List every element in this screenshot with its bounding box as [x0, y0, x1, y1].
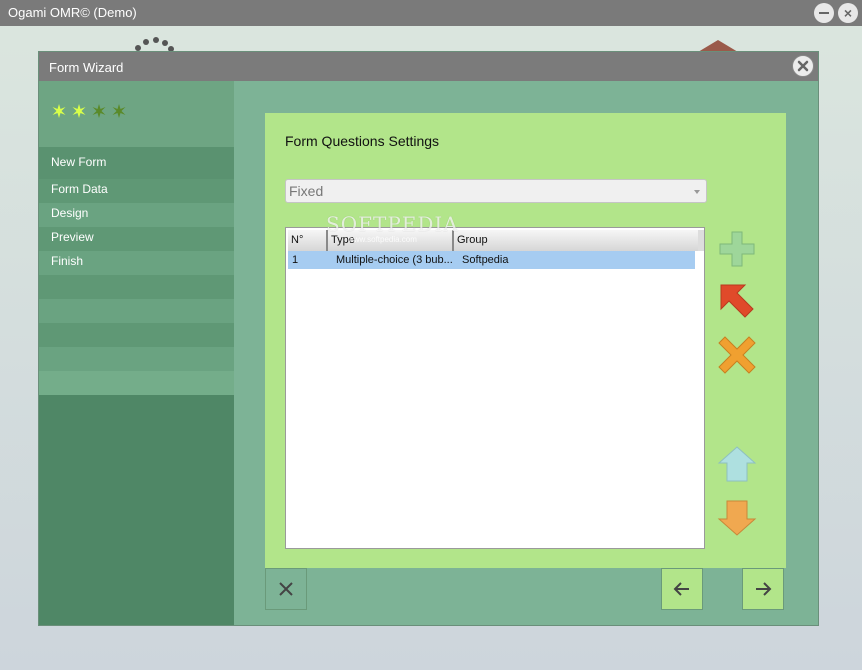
progress-stars — [51, 103, 127, 119]
move-up-button[interactable] — [717, 445, 757, 485]
star-icon — [52, 104, 66, 118]
sidebar-item-design[interactable]: Design — [39, 203, 234, 227]
sidebar-empty-row — [39, 275, 234, 299]
app-title: Ogami OMR© (Demo) — [8, 5, 137, 20]
add-question-button[interactable] — [717, 229, 757, 269]
star-icon — [92, 104, 106, 118]
question-mode-select[interactable]: Fixed — [285, 179, 707, 203]
sidebar-item-preview[interactable]: Preview — [39, 227, 234, 251]
form-wizard-dialog: Form Wizard New Form Form Data Design Pr… — [38, 51, 819, 626]
cell-type: Multiple-choice (3 bub... — [336, 254, 453, 266]
close-icon — [279, 582, 293, 596]
close-circle-icon — [797, 60, 809, 72]
sidebar-empty-row — [39, 371, 234, 395]
dialog-titlebar: Form Wizard — [39, 52, 818, 81]
sidebar-item-form-data[interactable]: Form Data — [39, 179, 234, 203]
chevron-down-icon — [694, 190, 700, 194]
question-mode-value: Fixed — [289, 183, 324, 199]
table-row[interactable]: 1 Multiple-choice (3 bub... Softpedia — [288, 251, 695, 269]
app-titlebar: Ogami OMR© (Demo) × — [0, 0, 862, 26]
star-icon — [112, 104, 126, 118]
cell-number: 1 — [292, 254, 299, 266]
edit-question-button[interactable] — [717, 281, 757, 321]
wizard-steps: New Form Form Data Design Preview Finish — [39, 147, 234, 395]
questions-settings-panel: Form Questions Settings Fixed N° Type Gr… — [265, 113, 786, 610]
watermark-text: SOFTPEDIA — [326, 212, 459, 236]
sidebar-item-finish[interactable]: Finish — [39, 251, 234, 275]
dialog-close-button[interactable] — [792, 55, 814, 77]
sidebar-header — [39, 81, 234, 147]
delete-question-button[interactable] — [717, 335, 757, 375]
sidebar-empty-row — [39, 323, 234, 347]
sidebar-item-new-form[interactable]: New Form — [39, 147, 234, 179]
dialog-title: Form Wizard — [49, 60, 124, 75]
panel-title: Form Questions Settings — [285, 133, 440, 149]
column-header-group[interactable]: Group — [454, 230, 698, 251]
move-down-button[interactable] — [717, 497, 757, 537]
scrollbar[interactable] — [698, 230, 704, 251]
watermark-url: www.softpedia.com — [348, 235, 417, 244]
back-button[interactable] — [661, 568, 703, 610]
column-header-number[interactable]: N° — [288, 230, 328, 251]
app-close-icon[interactable]: × — [838, 3, 858, 23]
sidebar-empty-row — [39, 347, 234, 371]
cell-group: Softpedia — [462, 254, 509, 266]
star-icon — [72, 104, 86, 118]
next-button[interactable] — [742, 568, 784, 610]
wizard-sidebar: New Form Form Data Design Preview Finish — [39, 81, 234, 625]
minimize-icon[interactable] — [814, 3, 834, 23]
arrow-left-icon — [673, 582, 689, 596]
arrow-right-icon — [756, 582, 772, 596]
cancel-button[interactable] — [265, 568, 307, 610]
questions-list[interactable]: N° Type Group 1 Multiple-choice (3 bub..… — [285, 212, 705, 549]
sidebar-empty-row — [39, 299, 234, 323]
